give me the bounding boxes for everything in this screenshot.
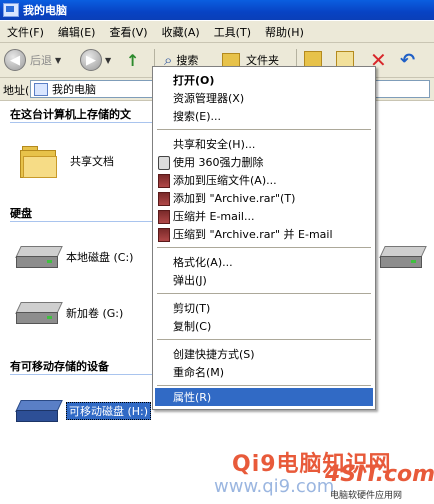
hard-drive-icon <box>379 246 427 268</box>
shared-documents-folder[interactable]: 共享文档 <box>20 146 114 178</box>
forward-button[interactable]: ▶ ▼ <box>80 49 111 71</box>
context-menu-properties[interactable]: 属性(R) <box>155 388 373 406</box>
context-menu-copy[interactable]: 复制(C) <box>155 317 373 335</box>
section-divider <box>10 122 152 123</box>
chevron-down-icon: ▼ <box>105 55 112 65</box>
context-menu-separator <box>157 385 371 386</box>
context-menu-separator <box>157 339 371 340</box>
section-divider <box>10 374 152 375</box>
removable-disk-icon <box>15 400 63 422</box>
context-menu-compress-to-rar-email[interactable]: 压缩到 "Archive.rar" 并 E-mail <box>155 225 373 243</box>
up-folder-button[interactable]: ↑ <box>126 49 139 71</box>
forward-arrow-icon: ▶ <box>80 49 102 71</box>
menu-edit[interactable]: 编辑(E) <box>51 24 103 40</box>
hard-drive-partial[interactable] <box>379 246 427 268</box>
local-disk-c[interactable]: 本地磁盘 (C:) <box>15 246 134 268</box>
context-menu-360-delete[interactable]: 使用 360强力删除 <box>155 153 373 171</box>
section-divider <box>10 221 152 222</box>
context-menu-search[interactable]: 搜索(E)... <box>155 107 373 125</box>
folder-icon <box>20 146 57 178</box>
section-heading-stored-files: 在这台计算机上存储的文 <box>10 108 131 121</box>
context-menu-add-to-archive-rar[interactable]: 添加到 "Archive.rar"(T) <box>155 189 373 207</box>
context-menu-eject[interactable]: 弹出(J) <box>155 271 373 289</box>
winrar-icon <box>158 174 170 188</box>
shared-documents-label: 共享文档 <box>70 155 114 168</box>
menu-bar: 文件(F) 编辑(E) 查看(V) 收藏(A) 工具(T) 帮助(H) <box>0 21 434 43</box>
section-heading-hard-disks: 硬盘 <box>10 207 32 220</box>
context-menu-format[interactable]: 格式化(A)... <box>155 253 373 271</box>
undo-icon: ↶ <box>400 49 416 71</box>
address-value: 我的电脑 <box>52 83 96 96</box>
context-menu-separator <box>157 293 371 294</box>
window-title-bar[interactable]: 我的电脑 <box>0 0 434 20</box>
context-menu-separator <box>157 129 371 130</box>
removable-disk-h[interactable]: 可移动磁盘 (H:) <box>15 400 152 422</box>
context-menu-cut[interactable]: 剪切(T) <box>155 299 373 317</box>
context-menu-create-shortcut[interactable]: 创建快捷方式(S) <box>155 345 373 363</box>
context-menu-add-to-archive[interactable]: 添加到压缩文件(A)... <box>155 171 373 189</box>
context-menu-compress-email[interactable]: 压缩并 E-mail... <box>155 207 373 225</box>
context-menu-explore[interactable]: 资源管理器(X) <box>155 89 373 107</box>
back-button[interactable]: ◀ 后退 ▼ <box>4 49 61 71</box>
local-disk-c-label: 本地磁盘 (C:) <box>66 251 134 264</box>
back-arrow-icon: ◀ <box>4 49 26 71</box>
watermark-site-url: www.qi9.com <box>214 476 335 497</box>
up-arrow-icon: ↑ <box>126 50 140 70</box>
watermark-brand-subtitle: 电脑软硬件应用网 <box>330 491 403 501</box>
undo-button[interactable]: ↶ <box>400 49 415 71</box>
hard-drive-icon <box>15 302 63 324</box>
removable-disk-h-label: 可移动磁盘 (H:) <box>66 402 152 420</box>
my-computer-icon <box>3 3 19 17</box>
context-menu: 打开(O) 资源管理器(X) 搜索(E)... 共享和安全(H)... 使用 3… <box>152 66 376 410</box>
watermark-brand-logo: 4SIT.com <box>325 462 434 487</box>
menu-view[interactable]: 查看(V) <box>102 24 154 40</box>
winrar-icon <box>158 210 170 224</box>
menu-help[interactable]: 帮助(H) <box>258 24 311 40</box>
new-volume-g-label: 新加卷 (G:) <box>66 307 124 320</box>
window-title: 我的电脑 <box>23 4 67 17</box>
menu-favorites[interactable]: 收藏(A) <box>155 24 207 40</box>
winrar-icon <box>158 228 170 242</box>
section-heading-removable: 有可移动存储的设备 <box>10 360 109 373</box>
chevron-down-icon: ▼ <box>55 55 62 65</box>
folder-icon <box>222 53 240 67</box>
context-menu-rename[interactable]: 重命名(M) <box>155 363 373 381</box>
context-menu-sharing-security[interactable]: 共享和安全(H)... <box>155 135 373 153</box>
menu-tools[interactable]: 工具(T) <box>207 24 258 40</box>
hard-drive-icon <box>15 246 63 268</box>
context-menu-open[interactable]: 打开(O) <box>155 71 373 89</box>
context-menu-separator <box>157 247 371 248</box>
shredder-icon <box>158 156 170 170</box>
winrar-icon <box>158 192 170 206</box>
menu-file[interactable]: 文件(F) <box>0 24 51 40</box>
my-computer-icon <box>34 82 48 96</box>
new-volume-g[interactable]: 新加卷 (G:) <box>15 302 124 324</box>
